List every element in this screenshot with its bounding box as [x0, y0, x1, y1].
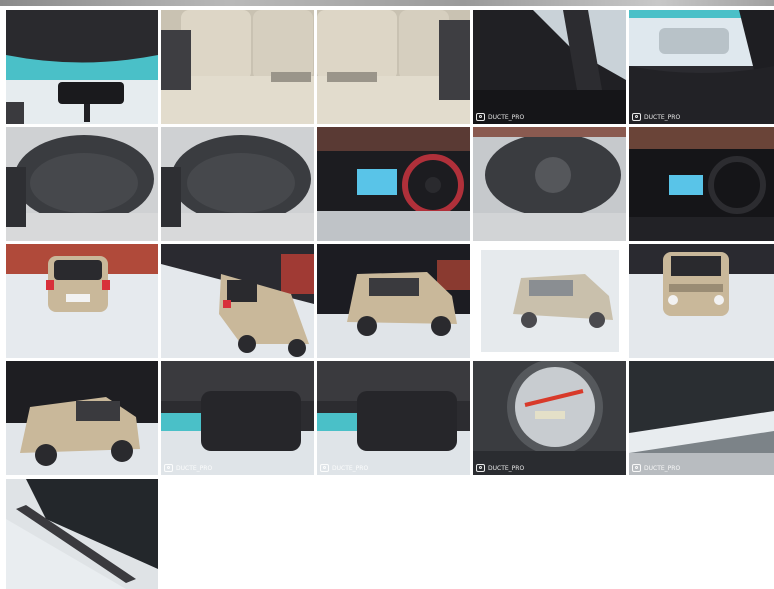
photo-thumb-9[interactable] — [473, 127, 626, 241]
watermark-text: DUCTE_PRO — [644, 464, 681, 472]
photo-thumb-16[interactable] — [6, 361, 158, 475]
photo-watermark: DUCTE_PRO — [632, 113, 680, 121]
camera-icon — [476, 113, 485, 121]
photo-watermark: DUCTE_PRO — [320, 464, 368, 472]
camera-icon — [632, 464, 641, 472]
photo-thumb-17[interactable]: DUCTE_PRO — [161, 361, 314, 475]
photo-thumb-20[interactable]: DUCTE_PRO — [629, 361, 774, 475]
photo-thumb-2[interactable] — [161, 10, 314, 124]
watermark-text: DUCTE_PRO — [488, 113, 525, 121]
photo-thumb-19[interactable]: DUCTE_PRO — [473, 361, 626, 475]
photo-thumb-6[interactable] — [6, 127, 158, 241]
photo-thumb-14[interactable] — [473, 244, 626, 358]
photo-thumb-12[interactable] — [161, 244, 314, 358]
photo-watermark: DUCTE_PRO — [632, 464, 680, 472]
watermark-text: DUCTE_PRO — [644, 113, 681, 121]
photo-thumb-13[interactable] — [317, 244, 470, 358]
camera-icon — [164, 464, 173, 472]
photo-thumb-18[interactable]: DUCTE_PRO — [317, 361, 470, 475]
camera-icon — [632, 113, 641, 121]
photo-thumb-1[interactable] — [6, 10, 158, 124]
photo-thumb-21[interactable] — [6, 479, 158, 589]
photo-thumb-4[interactable]: DUCTE_PRO — [473, 10, 626, 124]
photo-watermark: DUCTE_PRO — [164, 464, 212, 472]
camera-icon — [476, 464, 485, 472]
watermark-text: DUCTE_PRO — [488, 464, 525, 472]
watermark-text: DUCTE_PRO — [332, 464, 369, 472]
camera-icon — [320, 464, 329, 472]
photo-thumb-5[interactable]: DUCTE_PRO — [629, 10, 774, 124]
photo-thumb-7[interactable] — [161, 127, 314, 241]
photo-thumb-10[interactable] — [629, 127, 774, 241]
photo-thumb-3[interactable] — [317, 10, 470, 124]
watermark-text: DUCTE_PRO — [176, 464, 213, 472]
photo-thumb-15[interactable] — [629, 244, 774, 358]
photo-watermark: DUCTE_PRO — [476, 113, 524, 121]
photo-thumb-11[interactable] — [6, 244, 158, 358]
photo-gallery-grid: DUCTE_PRO DUCTE_PRO DUCTE_PRO DUCTE_PRO … — [0, 0, 774, 589]
photo-thumb-8[interactable] — [317, 127, 470, 241]
photo-watermark: DUCTE_PRO — [476, 464, 524, 472]
